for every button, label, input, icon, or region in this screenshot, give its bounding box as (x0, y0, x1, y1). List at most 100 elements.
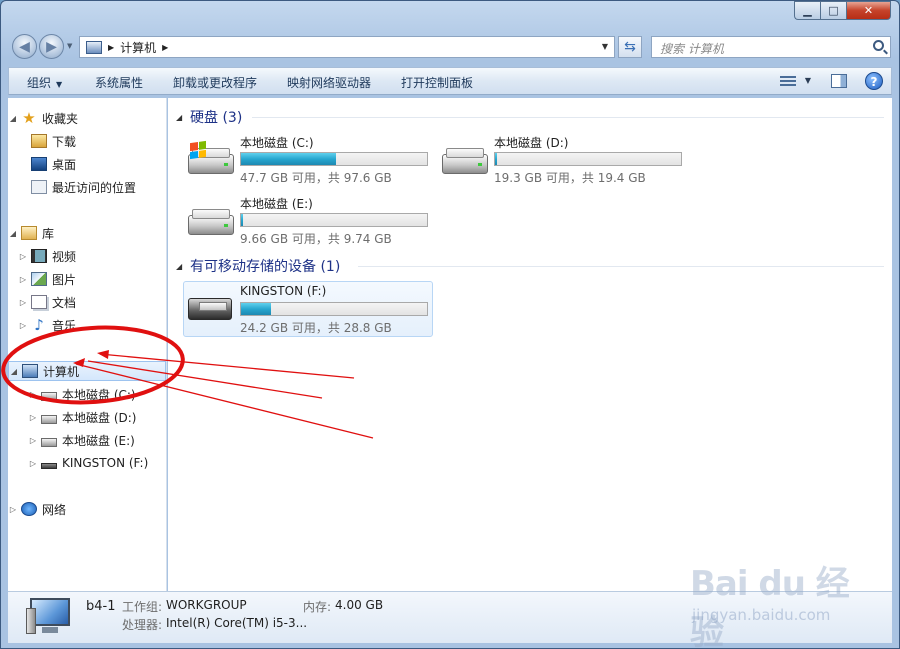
organize-menu[interactable]: 组织 ▼ (27, 74, 62, 91)
usage-bar-fill (241, 214, 243, 226)
collapse-arrow-icon[interactable]: ▷ (8, 505, 18, 514)
search-input[interactable]: 搜索 计算机 (651, 36, 891, 58)
search-icon[interactable] (873, 40, 884, 51)
usb-drive-icon (188, 298, 232, 320)
breadcrumb-separator-icon[interactable]: ▶ (162, 43, 168, 52)
preview-pane-icon[interactable] (831, 74, 847, 88)
removable-group-header[interactable]: ◢ 有可移动存储的设备 (1) (176, 257, 340, 275)
help-icon[interactable]: ? (865, 72, 883, 90)
tree-documents[interactable]: ▷ 文档 (18, 292, 76, 312)
computer-name: b4-1 (86, 599, 116, 614)
drive-tile-f[interactable]: KINGSTON (F:) 24.2 GB 可用，共 28.8 GB (183, 281, 433, 337)
organize-label: 组织 (27, 76, 52, 90)
processor-label: 处理器: (122, 618, 163, 632)
expand-arrow-icon[interactable]: ◢ (9, 367, 19, 376)
tree-favorites[interactable]: ◢ ★ 收藏夹 (8, 108, 78, 128)
search-placeholder: 搜索 计算机 (660, 42, 724, 56)
usage-bar-fill (241, 303, 271, 315)
uninstall-program-button[interactable]: 卸载或更改程序 (173, 74, 257, 91)
tree-pictures[interactable]: ▷ 图片 (18, 269, 76, 289)
network-icon (21, 502, 37, 516)
workgroup-value: WORKGROUP (166, 598, 247, 612)
breadcrumb-separator-icon[interactable]: ▶ (108, 43, 114, 52)
group-divider (358, 266, 884, 267)
hard-disk-group-header[interactable]: ◢ 硬盘 (3) (176, 108, 242, 126)
drive-tile-e[interactable]: 本地磁盘 (E:) 9.66 GB 可用，共 9.74 GB (184, 195, 434, 251)
refresh-button[interactable]: ⇆ (618, 36, 642, 58)
tree-drive-d[interactable]: ▷ 本地磁盘 (D:) (28, 407, 137, 427)
memory-label: 内存: (303, 600, 332, 614)
recent-places-icon (31, 180, 47, 194)
expand-arrow-icon[interactable]: ◢ (8, 229, 18, 238)
video-library-icon (31, 249, 47, 263)
group-divider (252, 117, 884, 118)
tree-label: 本地磁盘 (C:) (62, 387, 136, 402)
address-history-dropdown[interactable]: ▼ (602, 42, 608, 51)
collapse-group-icon[interactable]: ◢ (176, 113, 190, 122)
tree-videos[interactable]: ▷ 视频 (18, 246, 76, 266)
recent-pages-dropdown[interactable]: ▼ (67, 42, 72, 50)
open-control-panel-button[interactable]: 打开控制面板 (401, 74, 473, 91)
collapse-arrow-icon[interactable]: ▷ (18, 298, 28, 307)
collapse-arrow-icon[interactable]: ▷ (28, 459, 38, 468)
expand-arrow-icon[interactable]: ◢ (8, 114, 18, 123)
collapse-arrow-icon[interactable]: ▷ (18, 275, 28, 284)
drive-tile-d[interactable]: 本地磁盘 (D:) 19.3 GB 可用，共 19.4 GB (438, 134, 688, 190)
collapse-arrow-icon[interactable]: ▷ (28, 436, 38, 445)
collapse-arrow-icon[interactable]: ▷ (28, 390, 38, 399)
tree-label: 视频 (52, 249, 77, 264)
tree-label: 库 (42, 226, 55, 241)
hard-drive-icon (188, 209, 234, 235)
processor-value: Intel(R) Core(TM) i5-3... (166, 616, 308, 630)
tree-music[interactable]: ▷ ♪ 音乐 (18, 315, 76, 335)
picture-library-icon (31, 272, 47, 286)
windows-drive-icon (188, 140, 234, 174)
tree-network[interactable]: ▷ 网络 (8, 499, 66, 519)
arrow-right-icon: ▶ (46, 38, 57, 55)
minimize-button[interactable]: ▁ (794, 1, 820, 20)
usage-bar (240, 302, 428, 316)
tree-drive-e[interactable]: ▷ 本地磁盘 (E:) (28, 430, 135, 450)
tree-recent-places[interactable]: 最近访问的位置 (28, 177, 136, 197)
drive-free-space: 24.2 GB 可用，共 28.8 GB (240, 321, 392, 335)
forward-button[interactable]: ▶ (39, 34, 64, 59)
refresh-icon: ⇆ (624, 39, 636, 55)
hard-drive-icon (442, 148, 488, 174)
downloads-folder-icon (31, 134, 47, 148)
map-network-drive-button[interactable]: 映射网络驱动器 (287, 74, 371, 91)
group-title: 硬盘 (3) (190, 110, 243, 126)
change-view-icon[interactable] (780, 74, 796, 88)
drive-free-space: 47.7 GB 可用，共 97.6 GB (240, 171, 392, 185)
navigation-pane: ◢ ★ 收藏夹 下载 桌面 最近访问的位置 ◢ 库 ▷ 视频 ▷ 图片 ▷ 文档… (8, 98, 167, 591)
close-button[interactable]: ✕ (846, 1, 891, 20)
watermark-brand: Bai du 经验 (690, 564, 850, 649)
view-options-dropdown[interactable]: ▼ (805, 76, 811, 85)
usage-bar-fill (495, 153, 497, 165)
collapse-arrow-icon[interactable]: ▷ (28, 413, 38, 422)
hard-drive-icon (41, 414, 57, 424)
maximize-button[interactable]: □ (820, 1, 846, 20)
drive-name: 本地磁盘 (E:) (240, 197, 313, 211)
tree-desktop[interactable]: 桌面 (28, 154, 76, 174)
chevron-down-icon: ▼ (56, 80, 63, 89)
usage-bar-fill (241, 153, 336, 165)
tree-libraries[interactable]: ◢ 库 (8, 223, 54, 243)
collapse-group-icon[interactable]: ◢ (176, 262, 190, 271)
tree-computer[interactable]: ◢ 计算机 (8, 361, 166, 381)
star-icon: ★ (22, 109, 36, 127)
hard-drive-icon (41, 391, 57, 401)
back-button[interactable]: ◀ (12, 34, 37, 59)
usb-drive-icon (41, 462, 57, 469)
tree-drive-f[interactable]: ▷ KINGSTON (F:) (28, 453, 148, 473)
tree-label: 网络 (42, 502, 67, 517)
navigation-row: ◀ ▶ ▼ ▶ 计算机 ▶ ▼ ⇆ 搜索 计算机 (9, 31, 891, 61)
collapse-arrow-icon[interactable]: ▷ (18, 252, 28, 261)
drive-tile-c[interactable]: 本地磁盘 (C:) 47.7 GB 可用，共 97.6 GB (184, 134, 434, 190)
system-properties-button[interactable]: 系统属性 (95, 74, 143, 91)
tree-drive-c[interactable]: ▷ 本地磁盘 (C:) (28, 384, 136, 404)
tree-downloads[interactable]: 下载 (28, 131, 76, 151)
address-bar[interactable]: ▶ 计算机 ▶ ▼ (79, 36, 615, 58)
breadcrumb-computer[interactable]: 计算机 (120, 39, 156, 56)
collapse-arrow-icon[interactable]: ▷ (18, 321, 28, 330)
tree-label: 桌面 (52, 157, 77, 172)
